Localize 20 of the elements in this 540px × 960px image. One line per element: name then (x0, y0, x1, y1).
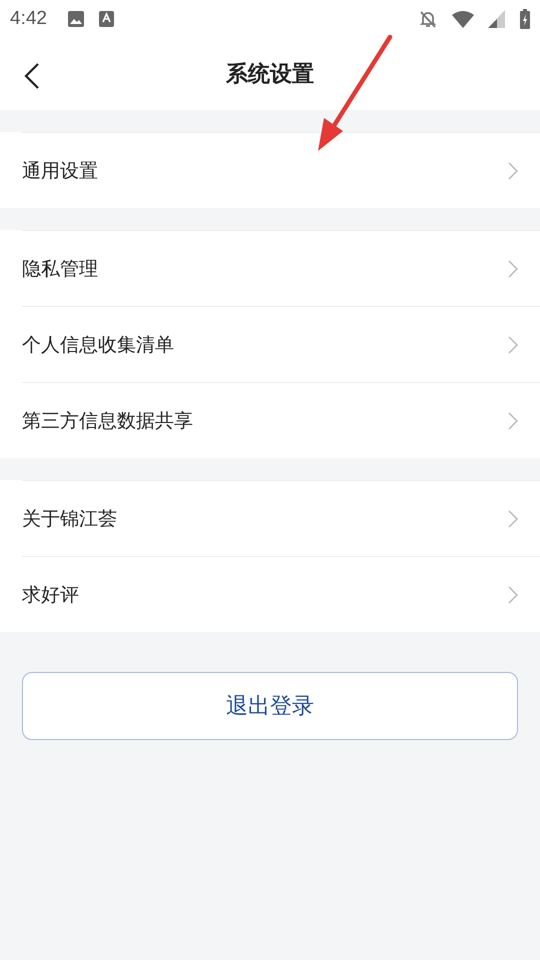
chevron-right-icon (508, 336, 518, 354)
chevron-right-icon (508, 510, 518, 528)
text-icon (98, 11, 114, 27)
status-time: 4:42 (10, 8, 47, 30)
chevron-right-icon (508, 586, 518, 604)
image-icon (66, 10, 85, 28)
battery-icon (520, 9, 530, 29)
wifi-icon (452, 10, 474, 28)
settings-item[interactable]: 求好评 (22, 556, 540, 632)
settings-item[interactable]: 关于锦江荟 (22, 480, 540, 556)
chevron-right-icon (508, 260, 518, 278)
chevron-right-icon (508, 162, 518, 180)
settings-item[interactable]: 个人信息收集清单 (22, 306, 540, 382)
chevron-right-icon (508, 412, 518, 430)
settings-item[interactable]: 隐私管理 (22, 230, 540, 306)
logout-button[interactable]: 退出登录 (22, 672, 518, 740)
signal-icon (488, 10, 506, 28)
bell-off-icon (418, 9, 438, 29)
settings-item[interactable]: 第三方信息数据共享 (22, 382, 540, 458)
page-title: 系统设置 (226, 61, 314, 89)
